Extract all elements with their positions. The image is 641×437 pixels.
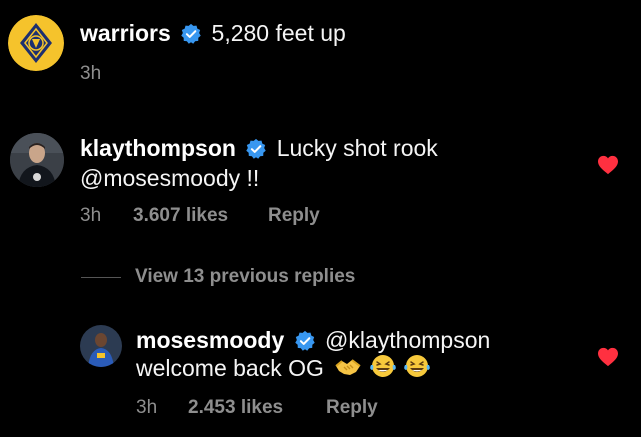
handshake-emoji-icon bbox=[334, 355, 362, 385]
warriors-logo-icon bbox=[8, 15, 64, 71]
comment-time: 3h bbox=[80, 205, 102, 226]
laughing-tears-emoji-icon bbox=[369, 353, 397, 386]
comment-text-line-2: @mosesmoody !! bbox=[80, 165, 260, 191]
reply-line-1: mosesmoody @klaythompson bbox=[136, 325, 490, 355]
profile-photo-icon bbox=[80, 325, 122, 367]
laughing-tears-emoji-icon bbox=[403, 353, 431, 386]
caption-line: warriors 5,280 feet up bbox=[80, 18, 346, 48]
reply-likes[interactable]: 2.453 likes bbox=[188, 397, 283, 419]
reply-mention[interactable]: @klaythompson bbox=[325, 327, 490, 353]
klaythompson-avatar[interactable] bbox=[10, 133, 64, 187]
caption-username[interactable]: warriors bbox=[80, 20, 171, 46]
caption-text: 5,280 feet up bbox=[211, 20, 346, 46]
reply-time: 3h bbox=[136, 397, 158, 418]
comment-reply-button[interactable]: Reply bbox=[268, 205, 320, 227]
comment-likes[interactable]: 3.607 likes bbox=[133, 205, 228, 227]
comment-heart-icon[interactable] bbox=[597, 155, 619, 180]
verified-badge-icon bbox=[245, 137, 267, 160]
comment-line-1: klaythompson Lucky shot rook bbox=[80, 133, 438, 163]
reply-username[interactable]: mosesmoody bbox=[136, 327, 284, 353]
verified-badge-icon bbox=[294, 329, 316, 352]
reply-line-2: welcome back OG bbox=[136, 353, 431, 386]
comment-text-line-1: Lucky shot rook bbox=[276, 135, 438, 161]
mosesmoody-avatar[interactable] bbox=[80, 325, 122, 367]
caption-time: 3h bbox=[80, 63, 102, 84]
warriors-avatar[interactable] bbox=[8, 15, 64, 71]
reply-reply-button[interactable]: Reply bbox=[326, 397, 378, 419]
view-replies-divider bbox=[81, 277, 121, 278]
verified-badge-icon bbox=[180, 22, 202, 45]
comment-username[interactable]: klaythompson bbox=[80, 135, 236, 161]
reply-heart-icon[interactable] bbox=[597, 347, 619, 372]
profile-photo-icon bbox=[10, 133, 64, 187]
reply-text-line-2: welcome back OG bbox=[136, 355, 324, 381]
view-previous-replies-button[interactable]: View 13 previous replies bbox=[135, 266, 355, 288]
